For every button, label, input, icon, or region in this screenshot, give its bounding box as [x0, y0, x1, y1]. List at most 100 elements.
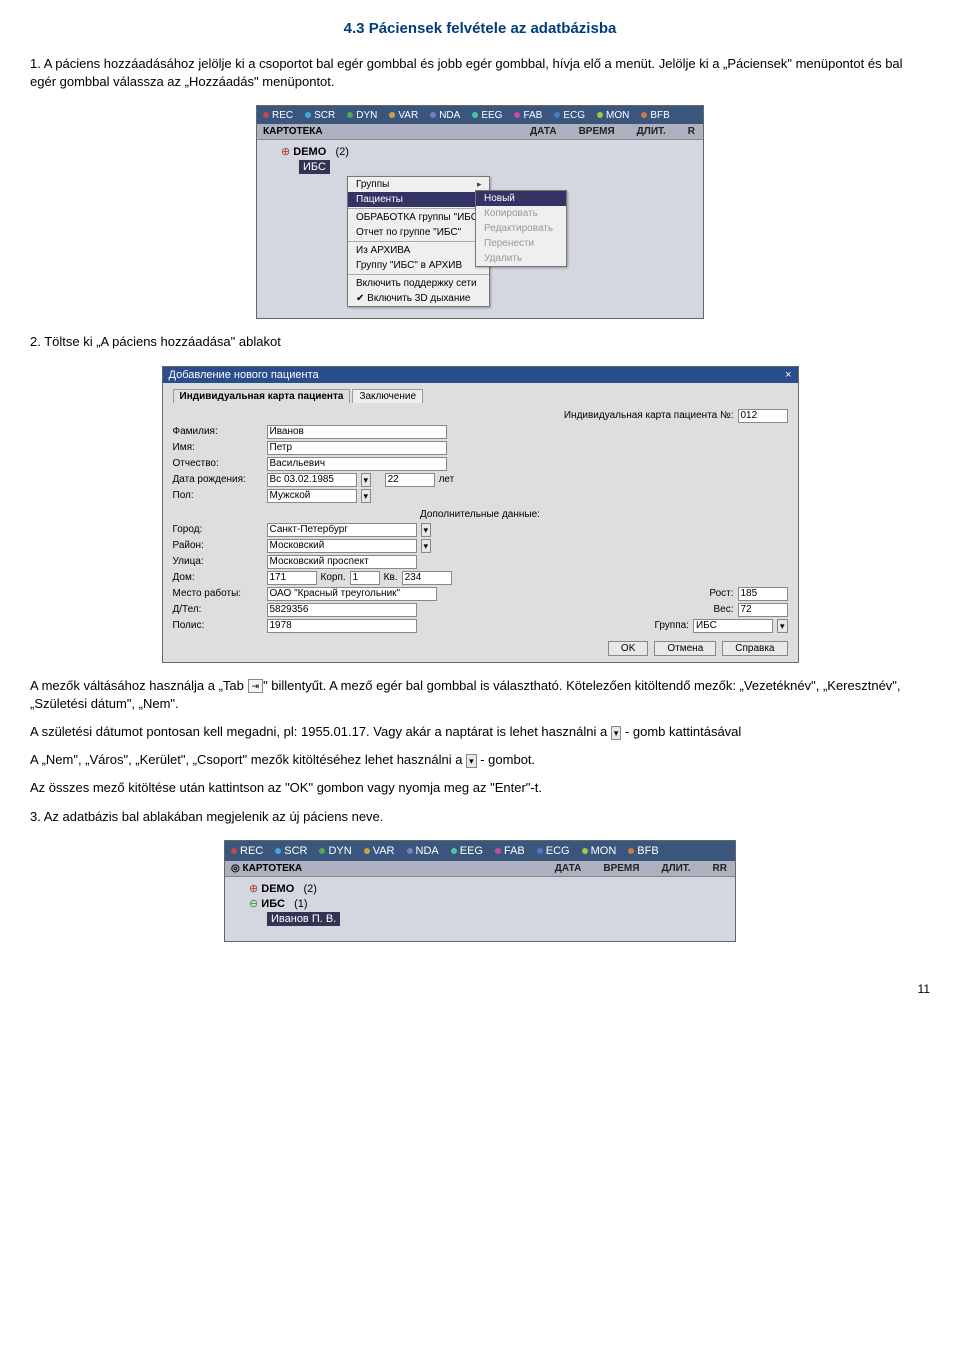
screenshot-3: RECSCRDYNVARNDAEEGFABECGMONBFB ◎ КАРТОТЕ… — [224, 840, 736, 942]
tree-patient[interactable]: Иванов П. В. — [231, 911, 729, 927]
height-field[interactable]: 185 — [738, 587, 788, 601]
street-field[interactable]: Московский проспект — [267, 555, 417, 569]
patr-field[interactable]: Васильевич — [267, 457, 447, 471]
toolbar-var[interactable]: VAR — [358, 845, 401, 857]
work-field[interactable]: ОАО "Красный треугольник" — [267, 587, 437, 601]
house-field[interactable]: 171 — [267, 571, 317, 585]
dialog-tabs[interactable]: Индивидуальная карта пациента Заключение — [173, 389, 788, 403]
toolbar-scr[interactable]: SCR — [269, 845, 313, 857]
toolbar-dyn[interactable]: DYN — [313, 845, 357, 857]
tel-field[interactable]: 5829356 — [267, 603, 417, 617]
section-title: 4.3 Páciensek felvétele az adatbázisba — [30, 20, 930, 37]
tel-label: Д/Тел: — [173, 604, 263, 615]
menu-item[interactable]: Отчет по группе "ИБС" — [348, 225, 489, 240]
toolbar-bfb[interactable]: BFB — [622, 845, 664, 857]
toolbar-ecg[interactable]: ECG — [531, 845, 576, 857]
toolbar-nda[interactable]: NDA — [424, 110, 466, 121]
height-label: Рост: — [709, 588, 733, 599]
context-submenu[interactable]: НовыйКопироватьРедактироватьПеренестиУда… — [475, 190, 567, 267]
menu-item[interactable]: ✔ Включить 3D дыхание — [348, 291, 489, 306]
card-no-field[interactable]: 012 — [738, 409, 788, 423]
toolbar-fab[interactable]: FAB — [489, 845, 531, 857]
weight-label: Вес: — [713, 604, 733, 615]
toolbar: RECSCRDYNVARNDAEEGFABECGMONBFB — [257, 106, 703, 124]
group-field[interactable]: ИБС — [693, 619, 773, 633]
toolbar-eeg[interactable]: EEG — [466, 110, 508, 121]
col-date: ДАТА — [555, 863, 582, 874]
toolbar-var[interactable]: VAR — [383, 110, 424, 121]
tree-ibs[interactable]: ⊖ ИБС (1) — [231, 896, 729, 911]
tree-ibs[interactable]: ИБС — [263, 159, 697, 175]
tab-key-icon: ⇥ — [248, 679, 264, 694]
district-field[interactable]: Московский — [267, 539, 417, 553]
dob-field[interactable]: Вс 03.02.1985 — [267, 473, 357, 487]
toolbar-mon[interactable]: MON — [576, 845, 623, 857]
submenu-item: Перенести — [476, 236, 566, 251]
help-button[interactable]: Справка — [722, 641, 787, 656]
tab-card[interactable]: Индивидуальная карта пациента — [173, 389, 351, 403]
tab-conclusion[interactable]: Заключение — [352, 389, 423, 403]
dropdown-icon: ▾ — [611, 726, 622, 740]
toolbar-nda[interactable]: NDA — [401, 845, 445, 857]
toolbar-mon[interactable]: MON — [591, 110, 635, 121]
cancel-button[interactable]: Отмена — [654, 641, 716, 656]
district-label: Район: — [173, 540, 263, 551]
ok-button[interactable]: OK — [608, 641, 648, 656]
kv-field[interactable]: 234 — [402, 571, 452, 585]
group-dropdown-icon[interactable]: ▾ — [777, 619, 788, 633]
toolbar-bfb[interactable]: BFB — [635, 110, 675, 121]
age-field[interactable]: 22 — [385, 473, 435, 487]
city-dropdown-icon[interactable]: ▾ — [421, 523, 432, 537]
age-label: лет — [439, 474, 455, 485]
sex-field[interactable]: Мужской — [267, 489, 357, 503]
submenu-item: Редактировать — [476, 221, 566, 236]
paragraph-4: A születési dátumot pontosan kell megadn… — [30, 723, 930, 741]
calendar-dropdown-icon[interactable]: ▾ — [361, 473, 372, 487]
polis-field[interactable]: 1978 — [267, 619, 417, 633]
submenu-item: Удалить — [476, 251, 566, 266]
paragraph-1: 1. A páciens hozzáadásához jelölje ki a … — [30, 55, 930, 91]
tree-demo[interactable]: ⊕ DEMO (2) — [263, 144, 697, 159]
toolbar-rec[interactable]: REC — [257, 110, 299, 121]
work-label: Место работы: — [173, 588, 263, 599]
context-menu[interactable]: ГруппыПациенты ОБРАБОТКА группы "ИБС"Отче… — [347, 176, 490, 307]
submenu-item[interactable]: Новый — [476, 191, 566, 206]
toolbar-rec[interactable]: REC — [225, 845, 269, 857]
name-field[interactable]: Петр — [267, 441, 447, 455]
dropdown-icon: ▾ — [466, 754, 477, 768]
toolbar-dyn[interactable]: DYN — [341, 110, 383, 121]
menu-item[interactable]: Пациенты — [348, 192, 489, 207]
toolbar-ecg[interactable]: ECG — [548, 110, 591, 121]
city-field[interactable]: Санкт-Петербург — [267, 523, 417, 537]
paragraph-5: A „Nem", „Város", „Kerület", „Csoport" m… — [30, 751, 930, 769]
col-rr: RR — [713, 863, 727, 874]
city-label: Город: — [173, 524, 263, 535]
toolbar-eeg[interactable]: EEG — [445, 845, 489, 857]
col-date: ДАТА — [530, 126, 557, 137]
weight-field[interactable]: 72 — [738, 603, 788, 617]
toolbar: RECSCRDYNVARNDAEEGFABECGMONBFB — [225, 841, 735, 861]
screenshot-1: RECSCRDYNVARNDAEEGFABECGMONBFB КАРТОТЕКА… — [256, 105, 704, 319]
toolbar-scr[interactable]: SCR — [299, 110, 341, 121]
menu-item[interactable]: Группу "ИБС" в АРХИВ — [348, 258, 489, 273]
surname-field[interactable]: Иванов — [267, 425, 447, 439]
menu-item[interactable]: Из АРХИВА — [348, 243, 489, 258]
submenu-item: Копировать — [476, 206, 566, 221]
toolbar-fab[interactable]: FAB — [508, 110, 548, 121]
menu-item[interactable]: Включить поддержку сети — [348, 276, 489, 291]
district-dropdown-icon[interactable]: ▾ — [421, 539, 432, 553]
menu-item[interactable]: ОБРАБОТКА группы "ИБС" — [348, 210, 489, 225]
col-time: ВРЕМЯ — [579, 126, 615, 137]
polis-label: Полис: — [173, 620, 263, 631]
close-icon[interactable]: × — [785, 369, 791, 381]
page-number: 11 — [30, 982, 930, 996]
tree-demo[interactable]: ⊕ DEMO (2) — [231, 881, 729, 896]
panel-header: ◎ КАРТОТЕКА ДАТА ВРЕМЯ ДЛИТ. RR — [225, 861, 735, 877]
sex-dropdown-icon[interactable]: ▾ — [361, 489, 372, 503]
menu-item[interactable]: Группы — [348, 177, 489, 192]
street-label: Улица: — [173, 556, 263, 567]
paragraph-7: 3. Az adatbázis bal ablakában megjelenik… — [30, 808, 930, 826]
dialog-title: Добавление нового пациента × — [163, 367, 798, 383]
name-label: Имя: — [173, 442, 263, 453]
korp-field[interactable]: 1 — [350, 571, 380, 585]
